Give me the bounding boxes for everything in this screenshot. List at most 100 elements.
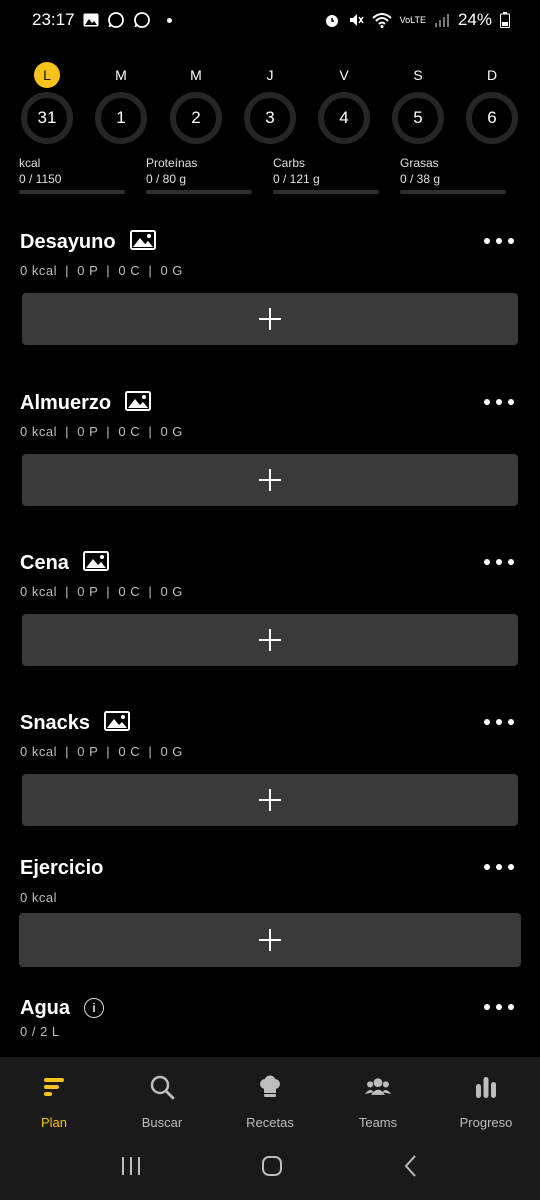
add-food-button[interactable] — [22, 454, 518, 506]
add-food-button[interactable] — [22, 774, 518, 826]
signal-icon — [434, 13, 450, 27]
nav-recipes[interactable]: Recetas — [216, 1057, 324, 1137]
whatsapp-notification-icon — [107, 11, 125, 29]
day-number: 5 — [392, 92, 444, 144]
day-number: 4 — [318, 92, 370, 144]
day-number: 6 — [466, 92, 518, 144]
add-photo-icon[interactable] — [82, 550, 109, 576]
team-icon — [364, 1073, 392, 1101]
more-options-icon[interactable] — [484, 231, 514, 251]
day-sunday[interactable]: D 6 — [464, 62, 520, 144]
macro-summary: kcal 0 / 1150 Proteínas 0 / 80 g Carbs 0… — [0, 155, 540, 195]
status-bar: 23:17 VoLTE 24% — [0, 0, 540, 40]
nav-progress[interactable]: Progreso — [432, 1057, 540, 1137]
system-navigation-bar — [0, 1137, 540, 1200]
day-letter: J — [266, 67, 274, 83]
more-options-icon[interactable] — [484, 392, 514, 412]
day-number: 2 — [170, 92, 222, 144]
week-selector: L 31 M 1 M 2 J 3 V 4 S 5 D 6 — [0, 62, 540, 147]
gallery-notification-icon — [83, 13, 99, 27]
macro-value: 0 / 38 g — [400, 172, 441, 186]
meal-title: Cena — [20, 551, 69, 574]
exercise-title: Ejercicio — [20, 856, 104, 879]
day-number: 1 — [95, 92, 147, 144]
plan-icon — [40, 1073, 68, 1101]
add-photo-icon[interactable] — [129, 229, 156, 255]
add-exercise-button[interactable] — [19, 913, 521, 967]
day-letter: M — [115, 67, 127, 83]
home-icon[interactable] — [260, 1154, 284, 1183]
nav-plan[interactable]: Plan — [0, 1057, 108, 1137]
meal-summary: 0 kcal | 0 P | 0 C | 0 G — [20, 744, 183, 759]
nav-label: Recetas — [246, 1115, 294, 1130]
day-wednesday[interactable]: M 2 — [168, 62, 224, 144]
meal-summary: 0 kcal | 0 P | 0 C | 0 G — [20, 263, 183, 278]
exercise-summary: 0 kcal — [20, 890, 57, 905]
meal-header: Cena — [20, 550, 109, 576]
macro-fat: Grasas 0 / 38 g — [400, 155, 506, 194]
bottom-navigation: Plan Buscar Recetas Teams Progreso — [0, 1057, 540, 1137]
add-food-button[interactable] — [22, 614, 518, 666]
macro-value: 0 / 80 g — [146, 172, 187, 186]
nav-label: Plan — [40, 1115, 68, 1130]
day-friday[interactable]: V 4 — [316, 62, 372, 144]
more-notifications-dot — [166, 17, 172, 23]
more-options-icon[interactable] — [484, 712, 514, 732]
more-options-icon[interactable] — [484, 997, 514, 1017]
nav-label: Buscar — [141, 1115, 183, 1130]
search-icon — [148, 1073, 176, 1101]
water-summary: 0 / 2 L — [20, 1024, 60, 1039]
meal-summary: 0 kcal | 0 P | 0 C | 0 G — [20, 424, 183, 439]
meal-section-breakfast: Desayuno 0 kcal | 0 P | 0 C | 0 G — [0, 229, 540, 349]
meal-section-snacks: Snacks 0 kcal | 0 P | 0 C | 0 G — [0, 710, 540, 830]
meal-title: Desayuno — [20, 230, 116, 253]
nav-search[interactable]: Buscar — [108, 1057, 216, 1137]
add-photo-icon[interactable] — [104, 710, 131, 736]
water-title: Agua — [20, 996, 70, 1019]
macro-label: Proteínas — [146, 156, 198, 170]
day-saturday[interactable]: S 5 — [390, 62, 446, 144]
macro-carbs: Carbs 0 / 121 g — [273, 155, 379, 194]
bar-chart-icon — [472, 1073, 500, 1101]
day-letter: D — [486, 67, 498, 83]
macro-protein: Proteínas 0 / 80 g — [146, 155, 252, 194]
meal-title: Snacks — [20, 711, 91, 734]
nav-teams[interactable]: Teams — [324, 1057, 432, 1137]
macro-progress-bar — [146, 190, 252, 194]
macro-value: 0 / 121 g — [273, 172, 320, 186]
clock: 23:17 — [32, 10, 75, 29]
back-icon[interactable] — [401, 1154, 421, 1183]
day-letter: V — [339, 67, 349, 83]
wifi-icon — [371, 12, 392, 28]
meal-title: Almuerzo — [20, 391, 112, 414]
exercise-header: Ejercicio — [20, 855, 103, 881]
macro-label: kcal — [19, 156, 41, 170]
whatsapp-notification-icon-2 — [133, 11, 151, 29]
day-thursday[interactable]: J 3 — [242, 62, 298, 144]
exercise-section: Ejercicio 0 kcal — [0, 855, 540, 970]
alarm-icon — [324, 12, 340, 28]
meal-summary: 0 kcal | 0 P | 0 C | 0 G — [20, 584, 183, 599]
macro-kcal: kcal 0 / 1150 — [19, 155, 125, 194]
recent-apps-icon[interactable] — [119, 1155, 143, 1182]
add-photo-icon[interactable] — [125, 390, 152, 416]
add-food-button[interactable] — [22, 293, 518, 345]
meal-section-dinner: Cena 0 kcal | 0 P | 0 C | 0 G — [0, 550, 540, 670]
info-icon[interactable]: i — [84, 998, 104, 1018]
day-tuesday[interactable]: M 1 — [93, 62, 149, 144]
day-number: 31 — [21, 92, 73, 144]
plus-icon — [258, 628, 282, 652]
day-letter: S — [413, 67, 423, 83]
nav-label: Teams — [358, 1115, 398, 1130]
day-number: 3 — [244, 92, 296, 144]
chef-hat-icon — [256, 1073, 284, 1101]
more-options-icon[interactable] — [484, 857, 514, 877]
meal-section-lunch: Almuerzo 0 kcal | 0 P | 0 C | 0 G — [0, 390, 540, 510]
plus-icon — [258, 307, 282, 331]
battery-icon — [500, 12, 510, 28]
nav-label: Progreso — [459, 1115, 513, 1130]
plus-icon — [258, 928, 282, 952]
macro-progress-bar — [19, 190, 125, 194]
more-options-icon[interactable] — [484, 552, 514, 572]
day-monday[interactable]: L 31 — [19, 62, 75, 144]
